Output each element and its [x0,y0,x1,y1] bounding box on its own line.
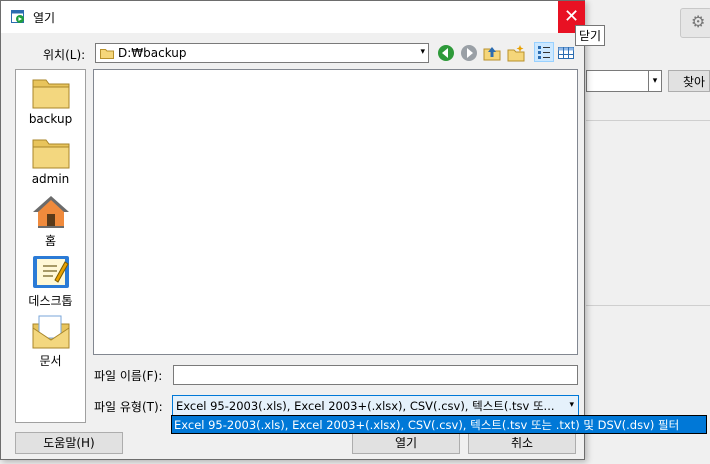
close-tooltip: 닫기 [575,25,606,46]
place-label: 문서 [39,354,62,368]
place-admin[interactable]: admin [16,136,85,186]
background-dropdown[interactable]: ▾ [648,70,662,92]
up-folder-icon[interactable] [483,44,501,62]
filetype-option[interactable]: Excel 95-2003(.xls), Excel 2003+(.xlsx),… [174,417,679,433]
forward-icon[interactable] [460,44,478,62]
dialog-title: 열기 [33,11,56,25]
filename-label: 파일 이름(F): [94,369,163,383]
filetype-label: 파일 유형(T): [94,400,163,414]
place-desktop[interactable]: 데스크톱 [16,254,85,309]
place-backup[interactable]: backup [16,76,85,126]
divider [586,305,710,306]
background-input[interactable] [586,70,649,92]
gear-icon: ⚙ [691,12,706,31]
desktop-icon [32,256,69,288]
chevron-down-icon: ▾ [652,76,658,86]
close-icon: ✕ [563,6,580,27]
folder-icon [100,49,114,59]
file-list[interactable] [93,69,578,355]
divider [586,120,710,121]
place-documents[interactable]: 문서 [16,314,85,369]
help-button[interactable]: 도움말(H) [15,432,123,454]
location-path: D:₩backup [118,46,187,60]
chevron-down-icon[interactable]: ▾ [420,47,425,57]
location-combobox[interactable]: D:₩backup ▾ [95,43,429,63]
place-label: 홈 [44,234,57,248]
place-label: 데스크톱 [28,294,73,308]
view-list-icon [538,46,550,59]
filetype-dropdown-list: Excel 95-2003(.xls), Excel 2003+(.xlsx),… [171,415,707,434]
find-button[interactable]: 찾아 [668,70,710,92]
place-label: backup [28,112,73,126]
view-details-icon[interactable] [557,44,575,62]
chevron-down-icon: ▾ [569,400,574,410]
cancel-button[interactable]: 취소 [468,432,576,454]
folder-icon [32,79,69,109]
home-icon [32,196,69,228]
back-icon[interactable] [437,44,455,62]
open-button[interactable]: 열기 [352,432,460,454]
filetype-select[interactable]: Excel 95-2003(.xls), Excel 2003+(.xlsx),… [172,395,579,416]
location-label: 위치(L): [43,48,86,62]
app-icon [11,10,24,23]
place-home[interactable]: 홈 [16,194,85,249]
folder-icon [32,139,69,169]
filetype-selected: Excel 95-2003(.xls), Excel 2003+(.xlsx),… [176,399,555,413]
places-bar: backup admin 홈 데스크톱 문서 [15,69,86,423]
new-folder-icon[interactable] [507,44,525,62]
filename-input[interactable] [173,365,578,385]
open-file-dialog: 열기 ✕ 위치(L): D:₩backup ▾ backup admin 홈 데… [0,0,585,460]
settings-button[interactable]: ⚙ [680,8,710,38]
documents-icon [32,315,69,349]
place-label: admin [31,172,70,186]
list-view-button[interactable] [534,42,554,62]
title-bar[interactable]: 열기 ✕ [1,1,585,33]
